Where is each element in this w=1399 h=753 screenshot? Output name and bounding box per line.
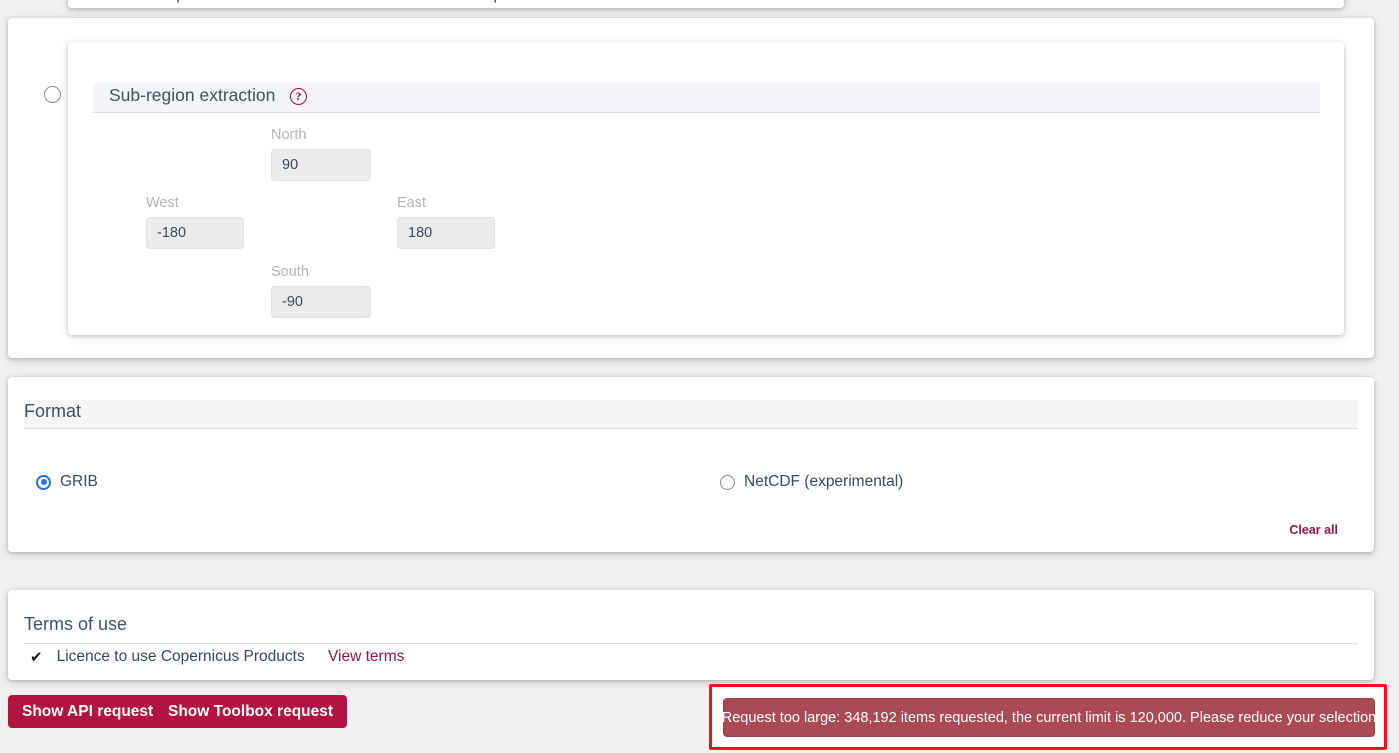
format-header-bar — [24, 400, 1358, 428]
sub-region-extraction-card: Sub-region extraction ? North West East … — [8, 18, 1374, 358]
licence-label: Licence to use Copernicus Products — [56, 648, 305, 665]
licence-row: ✔ Licence to use Copernicus Products — [30, 648, 305, 666]
format-option-grib-label: GRIB — [60, 473, 98, 490]
show-toolbox-request-button[interactable]: Show Toolbox request — [154, 695, 348, 728]
error-highlight-outline: Request too large: 348,192 items request… — [709, 684, 1387, 750]
error-alert-box: Request too large: 348,192 items request… — [721, 698, 1377, 737]
radio-netcdf-icon[interactable] — [720, 474, 735, 490]
terms-header-rule — [24, 643, 1358, 644]
radio-grib-icon[interactable] — [36, 474, 51, 490]
format-option-netcdf-label: NetCDF (experimental) — [744, 473, 904, 490]
whole-available-region-card: With this option selected the entire ava… — [68, 0, 1344, 8]
sub-region-header-rule — [93, 112, 1320, 113]
north-input[interactable] — [271, 149, 371, 181]
east-field: East — [397, 195, 495, 249]
west-label: West — [146, 195, 179, 211]
south-input[interactable] — [271, 286, 371, 318]
dataset-download-form: With this option selected the entire ava… — [0, 0, 1399, 753]
west-input[interactable] — [146, 217, 244, 249]
north-label: North — [271, 127, 307, 143]
check-icon: ✔ — [30, 649, 43, 666]
format-card: Format GRIB NetCDF (experimental) Clear … — [8, 377, 1374, 552]
format-option-netcdf[interactable]: NetCDF (experimental) — [720, 473, 903, 491]
sub-region-radio[interactable] — [44, 86, 61, 103]
south-field: South — [271, 264, 371, 318]
help-circle-icon[interactable]: ? — [290, 88, 307, 105]
format-title: Format — [24, 401, 82, 421]
sub-region-title: Sub-region extraction — [109, 85, 276, 105]
clear-all-link[interactable]: Clear all — [1289, 523, 1338, 537]
whole-region-description: With this option selected the entire ava… — [104, 0, 553, 4]
format-option-grib[interactable]: GRIB — [36, 473, 98, 491]
terms-of-use-title: Terms of use — [24, 614, 128, 634]
error-message: Request too large: 348,192 items request… — [721, 709, 1377, 726]
east-input[interactable] — [397, 217, 495, 249]
sub-region-inner-panel: Sub-region extraction ? North West East … — [68, 42, 1344, 335]
east-label: East — [397, 195, 427, 211]
show-api-request-button[interactable]: Show API request — [8, 695, 168, 728]
format-header-rule — [24, 428, 1358, 429]
west-field: West — [146, 195, 244, 249]
south-label: South — [271, 264, 309, 280]
north-field: North — [271, 127, 371, 181]
terms-of-use-card: Terms of use ✔ Licence to use Copernicus… — [8, 590, 1374, 680]
view-terms-link[interactable]: View terms — [328, 648, 404, 666]
sub-region-header-bar — [93, 83, 1320, 112]
